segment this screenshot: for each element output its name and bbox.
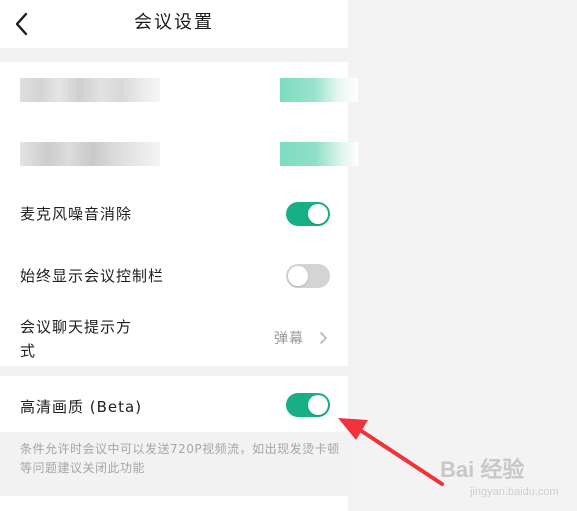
watermark-text: Bai 经验 bbox=[440, 457, 525, 482]
watermark-subtext: jingyan.baidu.com bbox=[470, 486, 559, 498]
annotation-arrow-icon bbox=[338, 418, 444, 486]
